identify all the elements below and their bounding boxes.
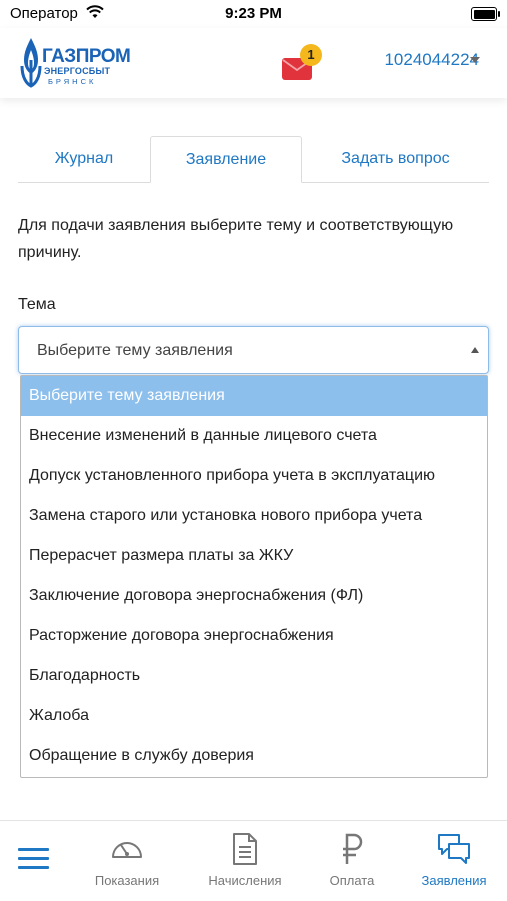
nav-readings[interactable]: Показания [72, 833, 182, 888]
flame-icon [20, 38, 42, 88]
app-header: ГАЗПРОМ ЭНЕРГОСБЫТ БРЯНСК 1 1024044224 [0, 28, 507, 98]
option-item[interactable]: Замена старого или установка нового приб… [21, 496, 487, 536]
account-selector[interactable]: 1024044224 [384, 50, 479, 70]
ruble-icon [343, 833, 363, 864]
nav-payment[interactable]: Оплата [297, 833, 407, 888]
battery-icon [471, 7, 500, 21]
menu-icon[interactable] [18, 848, 49, 870]
nav-charges[interactable]: Начисления [190, 833, 300, 888]
gazprom-logo: ГАЗПРОМ ЭНЕРГОСБЫТ БРЯНСК [18, 34, 131, 90]
topic-label: Тема [18, 296, 56, 313]
unread-badge: 1 [300, 44, 322, 66]
intro-text: Для подачи заявления выберите тему и соо… [18, 217, 454, 261]
option-item[interactable]: Перерасчет размера платы за ЖКУ [21, 536, 487, 576]
status-bar: Оператор 9:23 PM [0, 0, 507, 28]
gauge-icon [112, 842, 142, 858]
option-item[interactable]: Допуск установленного прибора учета в эк… [21, 456, 487, 496]
bottom-nav: Показания Начисления Оплата Заявления [0, 820, 507, 901]
messages-button[interactable]: 1 [282, 44, 328, 84]
option-item[interactable]: Заключение договора энергоснабжения (ФЛ) [21, 576, 487, 616]
topic-select[interactable]: Выберите тему заявления [18, 326, 489, 374]
topic-options-list: Выберите тему заявления Внесение изменен… [20, 375, 488, 778]
topic-select-value: Выберите тему заявления [37, 342, 233, 359]
nav-applications[interactable]: Заявления [399, 833, 507, 888]
document-icon [233, 833, 257, 865]
option-item[interactable]: Обращение в службу доверия [21, 736, 487, 776]
clock: 9:23 PM [225, 5, 282, 22]
tab-journal[interactable]: Журнал [18, 136, 150, 182]
option-item[interactable]: Жалоба [21, 696, 487, 736]
tab-application[interactable]: Заявление [150, 136, 302, 183]
option-item[interactable]: Внесение изменений в данные лицевого сче… [21, 416, 487, 456]
option-item[interactable]: Расторжение договора энергоснабжения [21, 616, 487, 656]
chevron-down-icon[interactable] [470, 57, 480, 63]
tab-ask-question[interactable]: Задать вопрос [302, 136, 489, 182]
option-item[interactable]: Благодарность [21, 656, 487, 696]
option-item[interactable]: Выберите тему заявления [21, 376, 487, 416]
chat-bubbles-icon [438, 834, 470, 864]
chevron-up-icon [471, 347, 479, 353]
tab-bar: Журнал Заявление Задать вопрос [18, 136, 489, 183]
